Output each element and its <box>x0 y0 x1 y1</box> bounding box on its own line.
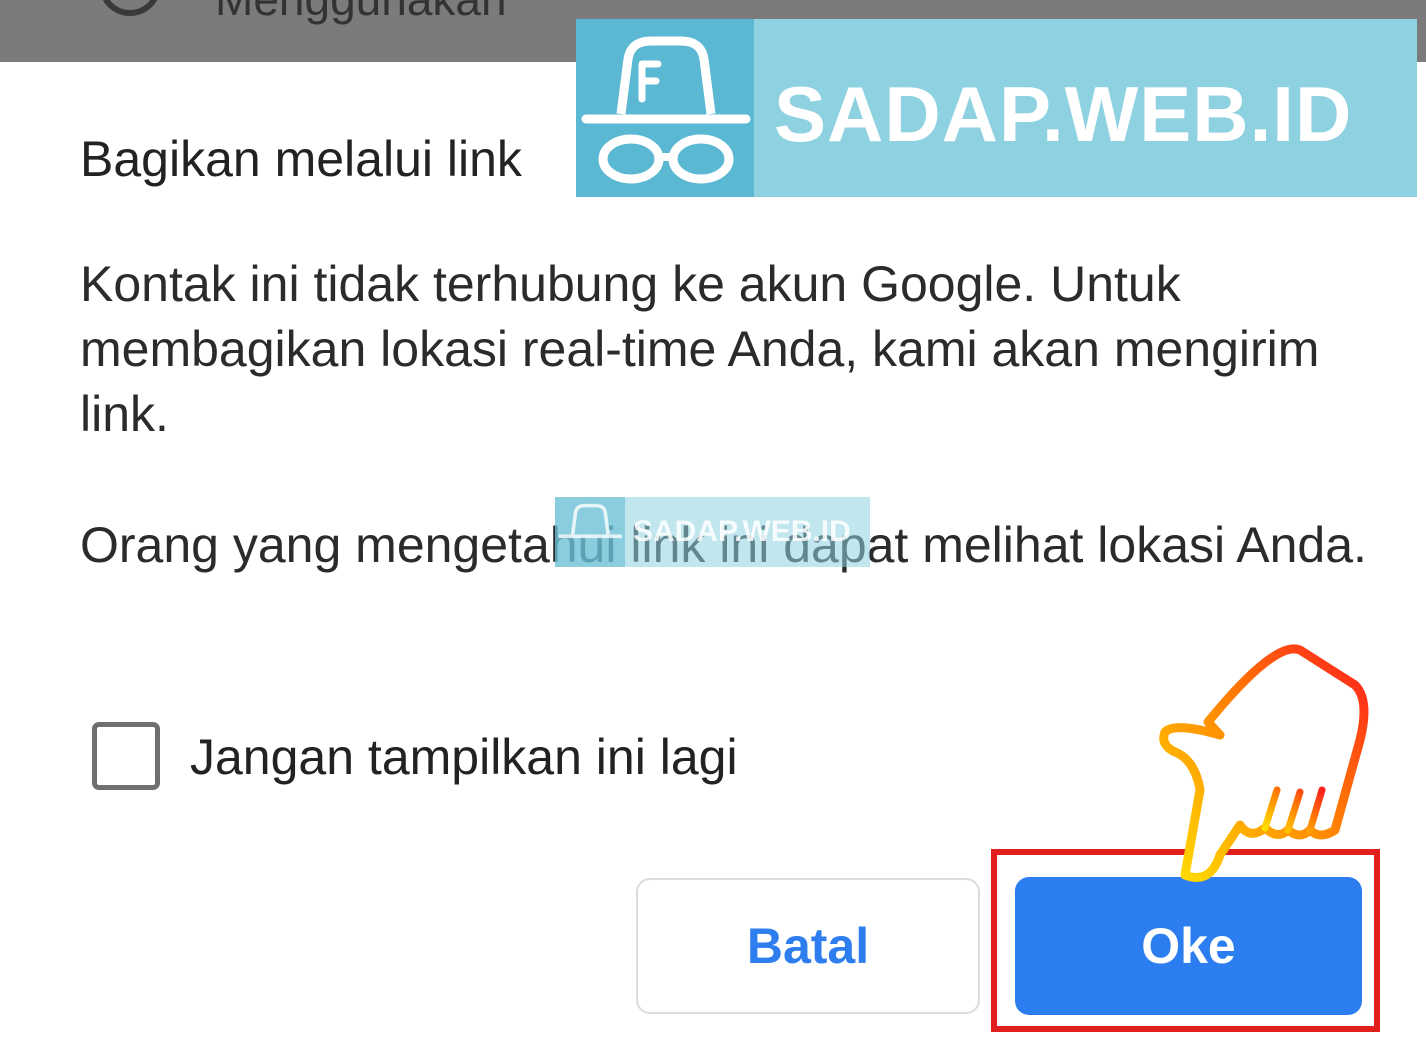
cancel-button[interactable]: Batal <box>636 878 980 1014</box>
dialog-message-paragraph-1: Kontak ini tidak terhubung ke akun Googl… <box>80 256 1320 442</box>
watermark-small-logo-box <box>555 497 625 567</box>
watermark-logo-box <box>576 19 754 197</box>
pointing-hand-icon <box>1159 644 1369 882</box>
watermark-banner: SADAP.WEB.ID <box>576 19 1417 197</box>
dont-show-again-checkbox[interactable] <box>92 722 160 790</box>
partial-circle-icon <box>100 0 160 16</box>
watermark-text: SADAP.WEB.ID <box>774 70 1353 158</box>
dialog-title: Bagikan melalui link <box>80 131 522 187</box>
spy-hat-glasses-icon <box>581 36 751 184</box>
dont-show-again-label[interactable]: Jangan tampilkan ini lagi <box>190 728 738 786</box>
spy-hat-glasses-icon <box>558 503 622 539</box>
share-via-link-screen: Menggunakan Bagikan melalui link SADAP.W… <box>0 0 1426 1063</box>
watermark-small-overlay: SADAP.WEB.ID <box>555 497 870 567</box>
partial-list-text: Menggunakan <box>215 0 507 26</box>
watermark-small-text: SADAP.WEB.ID <box>633 515 851 548</box>
